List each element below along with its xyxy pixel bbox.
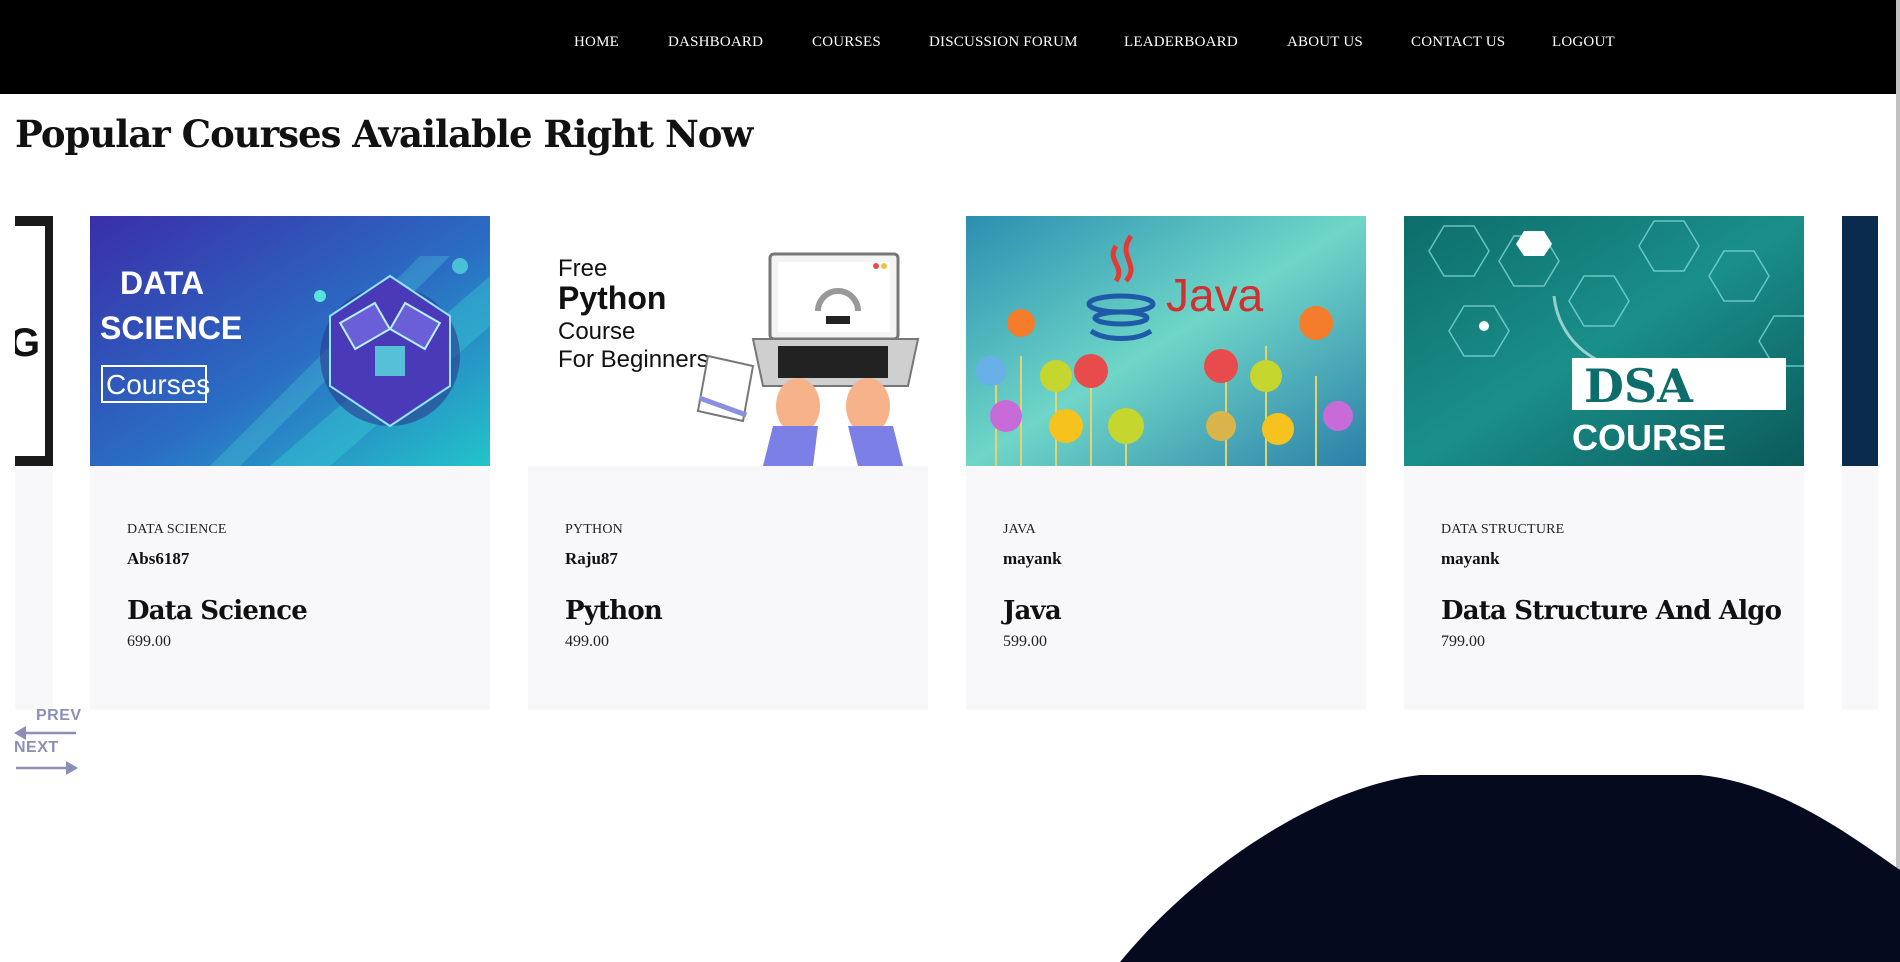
- course-card-partial-prev[interactable]: G: [9, 216, 53, 710]
- course-image-python: Free Python Course For Beginners: [528, 216, 928, 466]
- partial-course-image: [1842, 216, 1878, 466]
- image-text-dsa: DSA: [1584, 359, 1694, 413]
- course-price: 499.00: [565, 633, 609, 650]
- image-text-courses: Courses: [106, 369, 210, 400]
- course-category: DATA STRUCTURE: [1441, 522, 1565, 537]
- image-text-python: Python: [558, 280, 666, 316]
- next-label: NEXT: [14, 739, 59, 756]
- partial-card-body: [15, 466, 53, 710]
- course-title[interactable]: Java: [1003, 596, 1062, 626]
- course-price: 699.00: [127, 633, 171, 650]
- course-title[interactable]: Data Structure And Algo: [1441, 596, 1782, 626]
- carousel-prev-button[interactable]: PREV: [36, 707, 82, 725]
- course-card-data-science[interactable]: DATA SCIENCE Courses DATA SCIENCE Abs618…: [90, 216, 490, 710]
- course-category: JAVA: [1003, 522, 1036, 537]
- nav-discussion-forum[interactable]: DISCUSSION FORUM: [929, 34, 1078, 51]
- course-title[interactable]: Data Science: [127, 596, 308, 626]
- course-card-partial-next[interactable]: [1842, 216, 1878, 710]
- nav-home[interactable]: HOME: [574, 34, 619, 51]
- carousel-next-button[interactable]: NEXT: [14, 739, 59, 757]
- section-title: Popular Courses Available Right Now: [15, 112, 753, 156]
- image-text-course: Course: [558, 318, 635, 345]
- course-author: Raju87: [565, 549, 618, 568]
- course-price: 799.00: [1441, 633, 1485, 650]
- top-navbar: HOME DASHBOARD COURSES DISCUSSION FORUM …: [0, 0, 1900, 94]
- course-card-body: DATA SCIENCE Abs6187 Data Science 699.00: [90, 466, 490, 710]
- course-author: mayank: [1441, 549, 1500, 568]
- prev-label: PREV: [36, 707, 82, 724]
- main-nav: HOME DASHBOARD COURSES DISCUSSION FORUM …: [0, 0, 1900, 88]
- course-card-body: JAVA mayank Java 599.00: [966, 466, 1366, 710]
- course-price: 599.00: [1003, 633, 1047, 650]
- course-card-java[interactable]: Java JAVA mayank Java 599.00: [966, 216, 1366, 710]
- image-text-science: SCIENCE: [100, 310, 242, 346]
- arrow-left-icon[interactable]: [14, 726, 78, 740]
- image-text-free: Free: [558, 255, 607, 282]
- nav-leaderboard[interactable]: LEADERBOARD: [1124, 34, 1238, 51]
- course-category: PYTHON: [565, 522, 623, 537]
- nav-dashboard[interactable]: DASHBOARD: [668, 34, 763, 51]
- arrow-right-icon[interactable]: [14, 761, 78, 775]
- decorative-dark-shape: [1120, 775, 1900, 962]
- nav-contact-us[interactable]: CONTACT US: [1411, 34, 1505, 51]
- course-card-data-structure[interactable]: DSA COURSE DATA STRUCTURE mayank Data St…: [1404, 216, 1804, 710]
- nav-courses[interactable]: COURSES: [812, 34, 881, 51]
- course-image-java: Java: [966, 216, 1366, 466]
- image-text-dsa-course: COURSE: [1572, 417, 1726, 458]
- image-text-java: Java: [1166, 269, 1264, 321]
- course-card-python[interactable]: Free Python Course For Beginners PYTHON …: [528, 216, 928, 710]
- image-text-data: DATA: [120, 265, 204, 301]
- nav-about-us[interactable]: ABOUT US: [1287, 34, 1363, 51]
- nav-logout[interactable]: LOGOUT: [1552, 34, 1615, 51]
- partial-card-body: [1842, 466, 1878, 710]
- image-text-for-beginners: For Beginners: [558, 346, 709, 373]
- course-card-body: DATA STRUCTURE mayank Data Structure And…: [1404, 466, 1804, 710]
- course-author: Abs6187: [127, 549, 190, 568]
- course-image-data-science: DATA SCIENCE Courses: [90, 216, 490, 466]
- course-category: DATA SCIENCE: [127, 522, 227, 537]
- course-author: mayank: [1003, 549, 1062, 568]
- svg-text:G: G: [15, 321, 40, 365]
- course-image-dsa: DSA COURSE: [1404, 216, 1804, 466]
- course-title[interactable]: Python: [565, 596, 663, 626]
- partial-course-image: G: [9, 216, 53, 466]
- course-card-body: PYTHON Raju87 Python 499.00: [528, 466, 928, 710]
